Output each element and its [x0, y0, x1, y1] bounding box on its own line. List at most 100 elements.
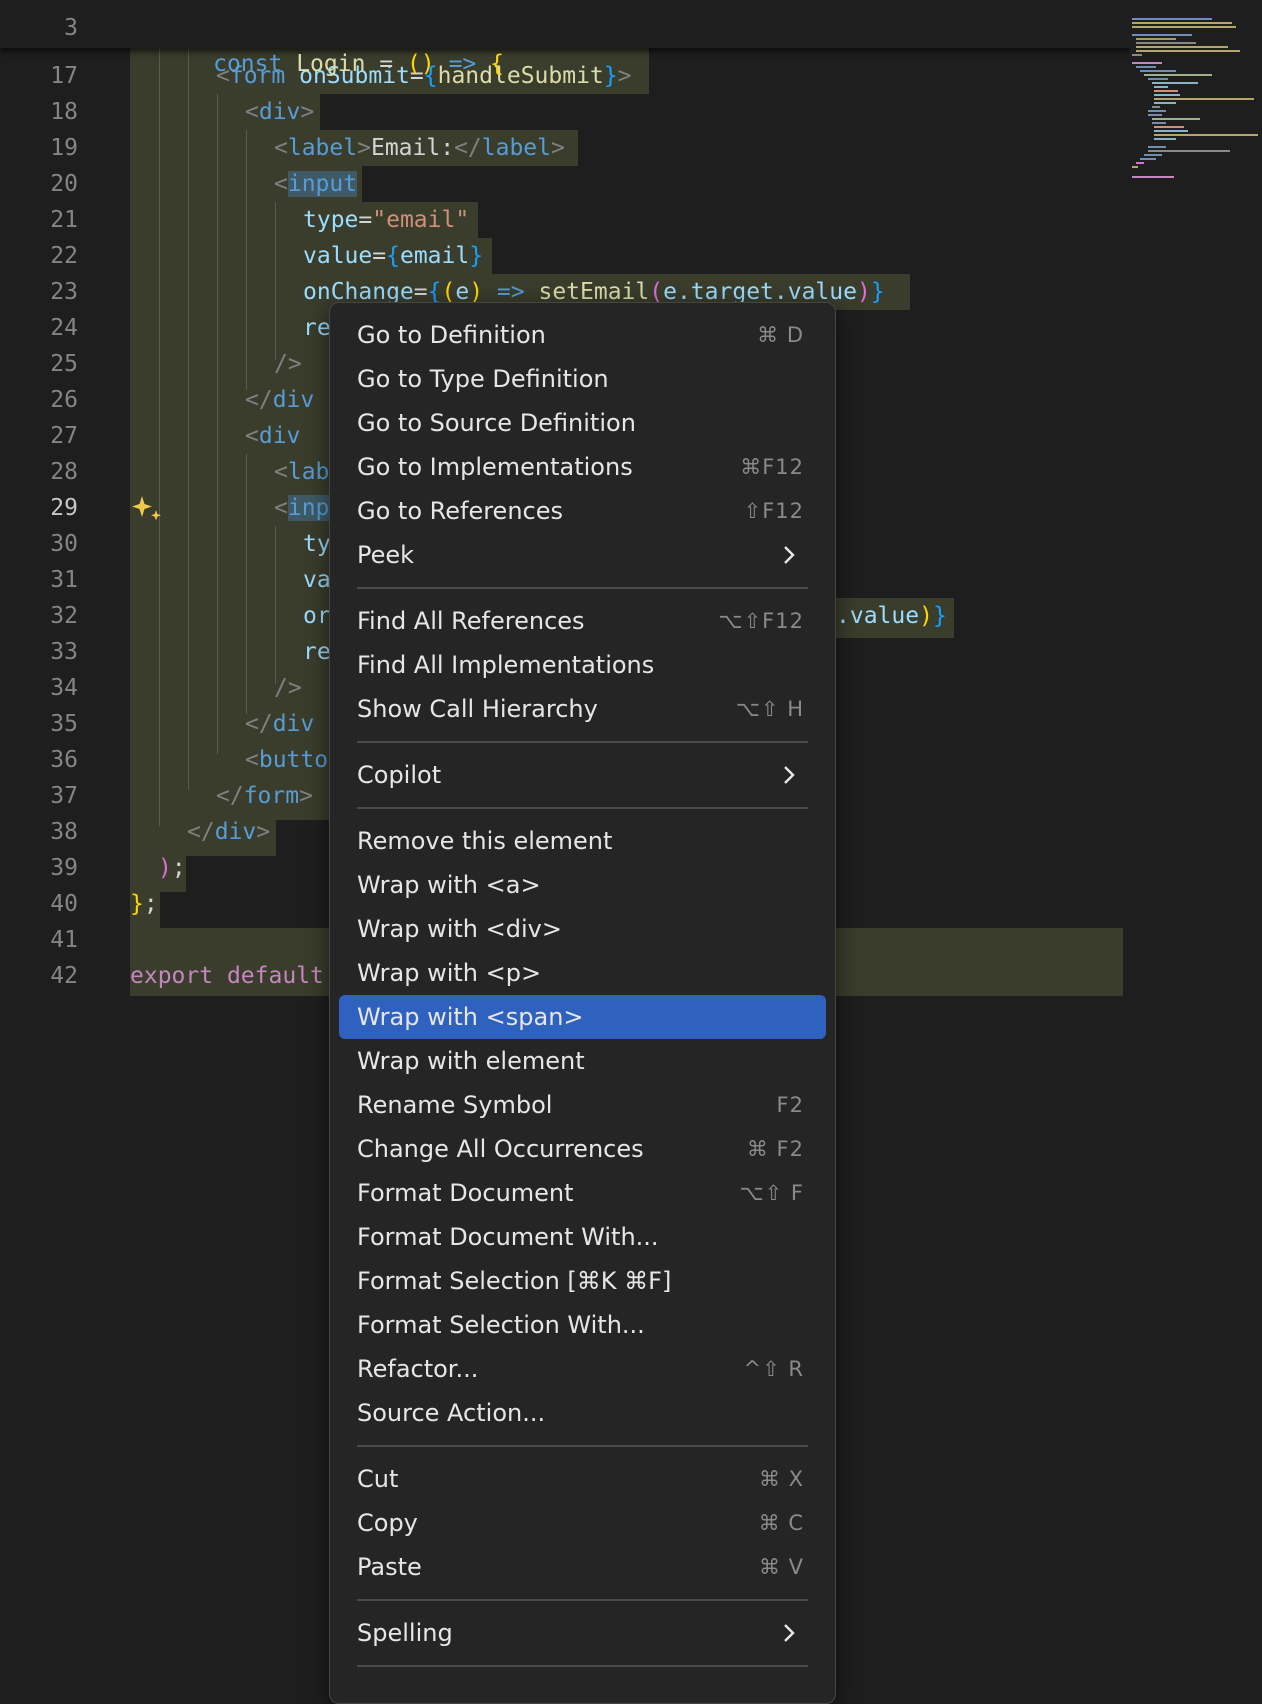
menu-item-format-selection-with[interactable]: Format Selection With... — [339, 1303, 826, 1347]
indent-guide — [159, 48, 160, 826]
code-line-38: </div> — [187, 819, 271, 845]
menu-item-paste[interactable]: Paste ⌘ V — [339, 1545, 826, 1589]
menu-item-wrap-with-div[interactable]: Wrap with <div> — [339, 907, 826, 951]
minimap-line — [1132, 176, 1174, 178]
code-line-28: <lab — [274, 459, 330, 485]
minimap-line — [1154, 102, 1176, 104]
line-number: 27 — [50, 423, 78, 449]
menu-item-go-to-implementations[interactable]: Go to Implementations ⌘F12 — [339, 445, 826, 489]
menu-separator — [357, 1665, 808, 1667]
menu-separator — [357, 741, 808, 743]
menu-item-find-all-implementations[interactable]: Find All Implementations — [339, 643, 826, 687]
minimap-line — [1136, 66, 1156, 68]
menu-item-copy[interactable]: Copy ⌘ C — [339, 1501, 826, 1545]
sparkle-icon[interactable] — [130, 492, 166, 528]
code-line-36: <butto — [245, 747, 329, 773]
minimap-line — [1152, 122, 1166, 124]
context-menu: Go to Definition ⌘ D Go to Type Definitio… — [329, 302, 836, 1704]
line-number: 21 — [50, 207, 78, 233]
menu-item-peek[interactable]: Peek — [339, 533, 826, 577]
minimap-line — [1154, 126, 1184, 128]
line-number: 36 — [50, 747, 78, 773]
menu-item-cut[interactable]: Cut ⌘ X — [339, 1457, 826, 1501]
code-line-22: value={email} — [303, 243, 484, 269]
minimap-line — [1148, 110, 1166, 112]
menu-item-wrap-with-p[interactable]: Wrap with <p> — [339, 951, 826, 995]
line-number: 25 — [50, 351, 78, 377]
line-number: 23 — [50, 279, 78, 305]
minimap-line — [1132, 34, 1192, 36]
code-line-21: type="email" — [303, 207, 470, 233]
menu-item-source-action[interactable]: Source Action... — [339, 1391, 826, 1435]
minimap-line — [1154, 134, 1258, 136]
menu-item-wrap-with-a[interactable]: Wrap with <a> — [339, 863, 826, 907]
minimap-line — [1132, 22, 1232, 24]
minimap-line — [1140, 70, 1176, 72]
menu-item-go-to-type-definition[interactable]: Go to Type Definition — [339, 357, 826, 401]
code-line-33: re — [303, 639, 331, 665]
minimap-line — [1144, 74, 1212, 76]
menu-item-wrap-with-element[interactable]: Wrap with element — [339, 1039, 826, 1083]
code-line-19: <label>Email:</label> — [274, 135, 565, 161]
minimap-line — [1154, 86, 1168, 88]
menu-item-copilot[interactable]: Copilot — [339, 753, 826, 797]
menu-item-refactor[interactable]: Refactor... ^⇧ R — [339, 1347, 826, 1391]
minimap-line — [1136, 162, 1144, 164]
menu-item-format-document[interactable]: Format Document ⌥⇧ F — [339, 1171, 826, 1215]
chevron-right-icon — [784, 766, 795, 784]
line-number: 22 — [50, 243, 78, 269]
code-line-26: </div — [245, 387, 315, 413]
indent-guide — [188, 48, 189, 790]
code-line-25: /> — [274, 351, 302, 377]
line-number: 28 — [50, 459, 78, 485]
sticky-scroll-header[interactable]: 3 const Login = () => { — [0, 0, 1130, 77]
minimap-line — [1148, 146, 1166, 148]
line-number: 35 — [50, 711, 78, 737]
menu-item-rename-symbol[interactable]: Rename Symbol F2 — [339, 1083, 826, 1127]
minimap[interactable] — [1130, 0, 1262, 1682]
code-line-32-tail: .value)} — [836, 603, 947, 629]
menu-separator — [357, 587, 808, 589]
indent-guide — [246, 130, 247, 390]
code-line-42: export default — [130, 963, 324, 989]
minimap-line — [1154, 98, 1254, 100]
menu-item-show-call-hierarchy[interactable]: Show Call Hierarchy ⌥⇧ H — [339, 687, 826, 731]
menu-item-format-document-with[interactable]: Format Document With... — [339, 1215, 826, 1259]
menu-item-change-all-occurrences[interactable]: Change All Occurrences ⌘ F2 — [339, 1127, 826, 1171]
menu-item-find-all-references[interactable]: Find All References ⌥⇧F12 — [339, 599, 826, 643]
menu-item-spelling[interactable]: Spelling — [339, 1611, 826, 1655]
line-number: 18 — [50, 99, 78, 125]
line-number: 41 — [50, 927, 78, 953]
code-line-35: </div — [245, 711, 315, 737]
menu-item-remove-this-element[interactable]: Remove this element — [339, 819, 826, 863]
menu-separator — [357, 807, 808, 809]
menu-item-go-to-source-definition[interactable]: Go to Source Definition — [339, 401, 826, 445]
line-number: 24 — [50, 315, 78, 341]
line-number: 37 — [50, 783, 78, 809]
minimap-line — [1132, 166, 1138, 168]
minimap-line — [1148, 150, 1230, 152]
minimap-line — [1154, 130, 1188, 132]
minimap-line — [1136, 38, 1176, 40]
minimap-line — [1144, 154, 1162, 156]
menu-item-go-to-definition[interactable]: Go to Definition ⌘ D — [339, 313, 826, 357]
line-number: 33 — [50, 639, 78, 665]
minimap-line — [1136, 42, 1196, 44]
minimap-line — [1152, 82, 1198, 84]
menu-item-wrap-with-span[interactable]: Wrap with <span> — [339, 995, 826, 1039]
minimap-line — [1132, 26, 1236, 28]
minimap-line — [1154, 90, 1178, 92]
menu-item-format-selection[interactable]: Format Selection [⌘K ⌘F] — [339, 1259, 826, 1303]
code-line-31: va — [303, 567, 331, 593]
minimap-line — [1132, 18, 1212, 20]
minimap-line — [1148, 78, 1168, 80]
menu-item-go-to-references[interactable]: Go to References ⇧F12 — [339, 489, 826, 533]
minimap-line — [1152, 118, 1200, 120]
code-line-27: <div — [245, 423, 301, 449]
line-number: 34 — [50, 675, 78, 701]
minimap-line — [1148, 114, 1162, 116]
line-number: 31 — [50, 567, 78, 593]
minimap-line — [1132, 54, 1142, 56]
line-number: 3 — [64, 15, 78, 41]
code-line-29: <inp — [274, 495, 330, 521]
